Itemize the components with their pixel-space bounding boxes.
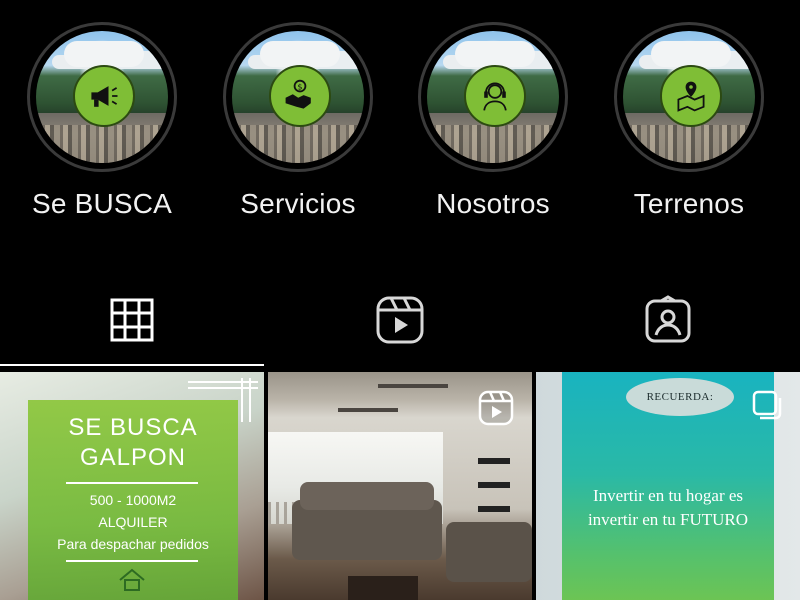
highlight-nosotros[interactable]: Nosotros [413, 22, 573, 220]
megaphone-icon [73, 65, 135, 127]
post-title-line2: GALPON [79, 444, 187, 471]
armchair [446, 522, 532, 582]
highlight-ring: $ [223, 22, 373, 172]
highlight-se-busca[interactable]: Se BUSCA [22, 22, 182, 220]
highlight-label: Terrenos [633, 188, 745, 219]
active-tab-indicator [0, 364, 264, 366]
house-logo-icon [119, 568, 145, 591]
profile-tabs [0, 278, 800, 368]
support-agent-icon [464, 65, 526, 127]
grid-icon [110, 298, 154, 342]
post-title-line1: SE BUSCA [68, 414, 198, 441]
highlight-label: Servicios [240, 188, 356, 219]
highlight-ring [614, 22, 764, 172]
post-size-text: 500 - 1000M2 [89, 492, 177, 508]
tab-posts-grid[interactable] [102, 290, 162, 350]
highlight-ring [418, 22, 568, 172]
highlight-servicios[interactable]: $ Servicios [218, 22, 378, 220]
map-pin-icon [660, 65, 722, 127]
sofa [292, 482, 442, 560]
post-purpose-text: Para despachar pedidos [57, 536, 209, 552]
divider [66, 482, 198, 484]
handshake-money-icon: $ [269, 65, 331, 127]
grid-post-recuerda[interactable]: RECUERDA: Invertir en tu hogar es invert… [536, 372, 800, 600]
ceiling-light-rail [378, 384, 448, 388]
quote-line1: Invertir en tu hogar es [592, 486, 744, 505]
ceiling-light-rail [338, 408, 398, 412]
post-type-text: ALQUILER [98, 514, 168, 530]
grid-post-living-room-reel[interactable] [268, 372, 532, 600]
coffee-table [348, 576, 418, 600]
multiple-images-icon [752, 390, 782, 420]
highlight-ring [27, 22, 177, 172]
highlight-label: Nosotros [436, 188, 550, 219]
highlight-label: Se BUSCA [31, 188, 173, 219]
reels-icon [478, 390, 514, 426]
grid-post-se-busca-galpon[interactable]: SE BUSCA GALPON 500 - 1000M2 ALQUILER Pa… [0, 372, 264, 600]
quote-line2: invertir en tu FUTURO [587, 510, 749, 529]
tab-tagged[interactable] [638, 290, 698, 350]
pill-label: RECUERDA: [646, 391, 714, 403]
highlight-terrenos[interactable]: Terrenos [609, 22, 769, 220]
recuerda-pill: RECUERDA: [626, 378, 734, 416]
tagged-user-icon [645, 295, 691, 343]
svg-text:$: $ [297, 82, 302, 92]
reels-icon [376, 296, 424, 344]
divider [66, 560, 198, 562]
quote-text: Invertir en tu hogar es invertir en tu F… [562, 484, 774, 532]
tab-reels[interactable] [370, 290, 430, 350]
